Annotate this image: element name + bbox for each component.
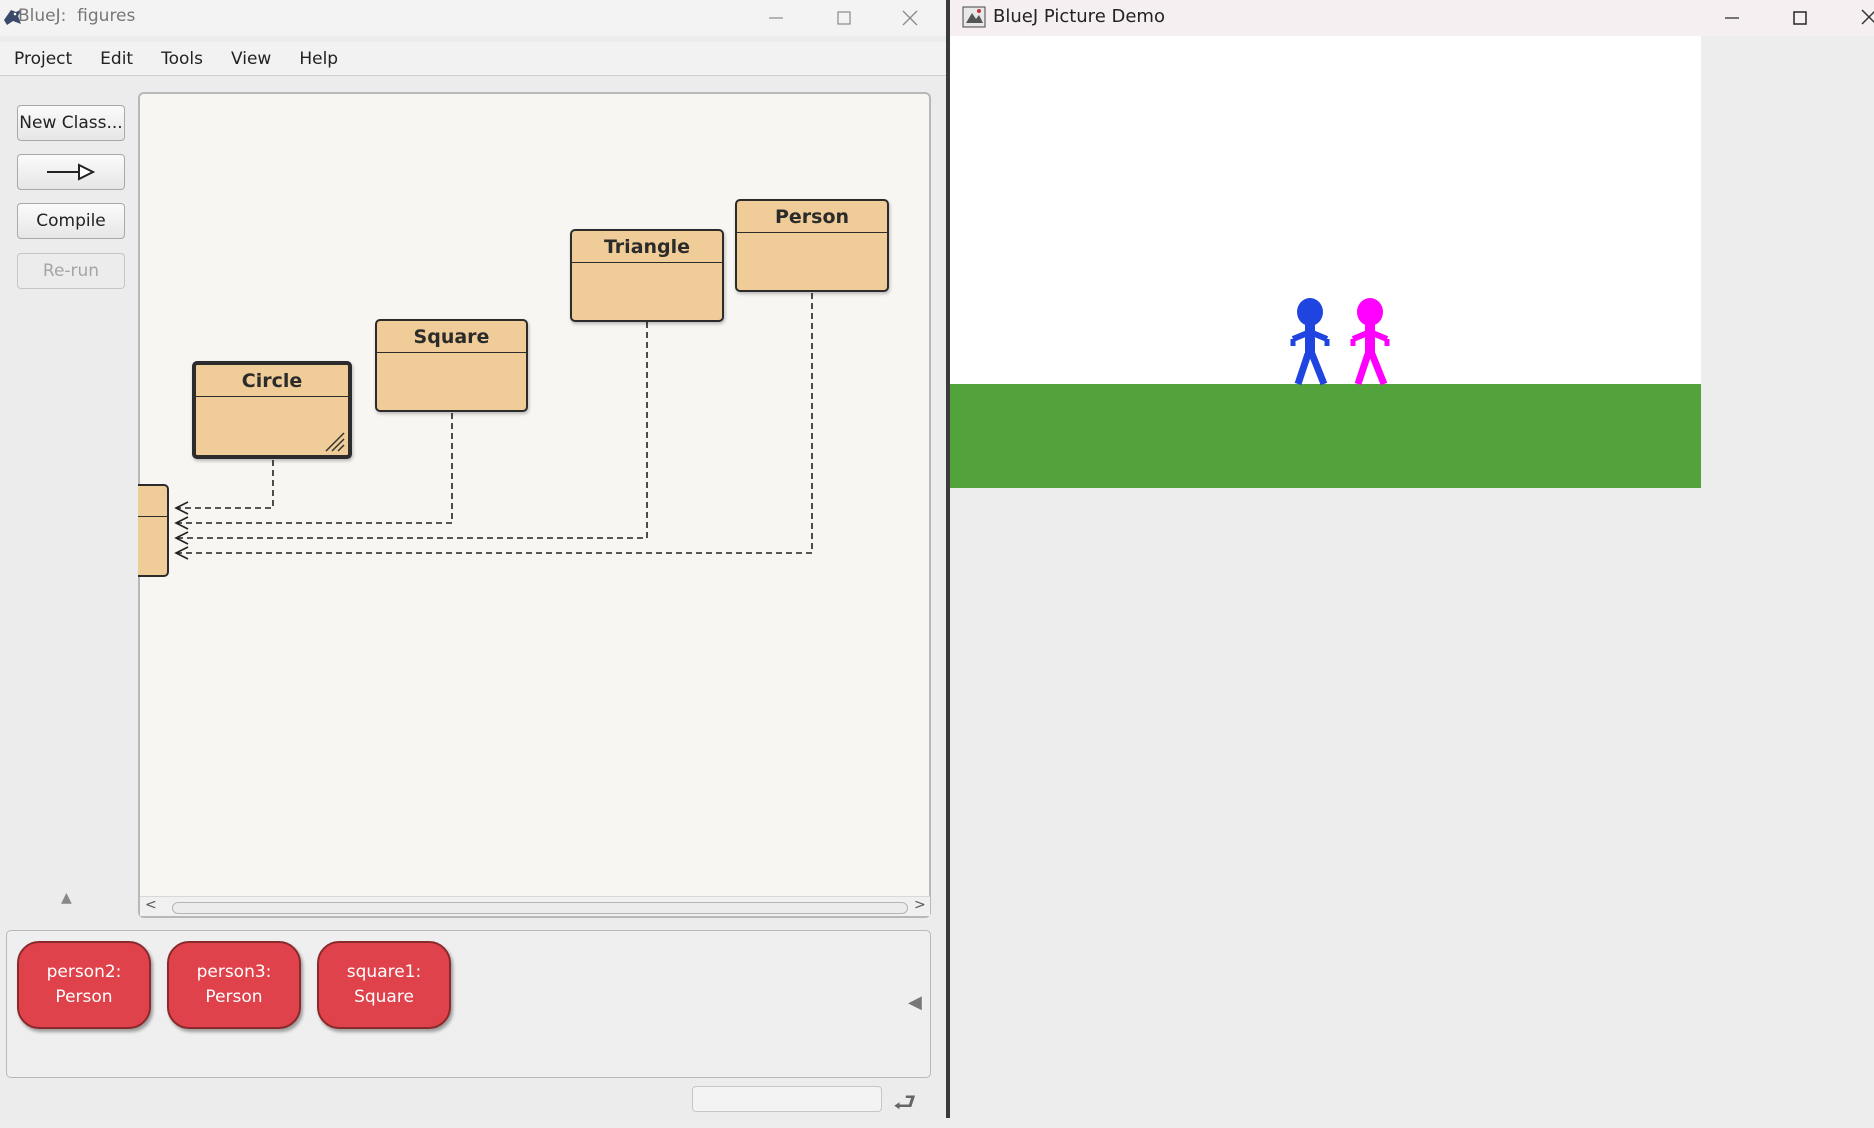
- class-square-name: Square: [377, 321, 526, 353]
- object-type: Person: [205, 987, 263, 1007]
- class-circle[interactable]: Circle: [192, 361, 352, 459]
- object-square1[interactable]: square1: Square: [317, 941, 451, 1029]
- grass: [950, 384, 1701, 488]
- object-type: Person: [55, 987, 113, 1007]
- sky: [950, 36, 1701, 384]
- object-person3[interactable]: person3: Person: [167, 941, 301, 1029]
- status-field: [692, 1086, 882, 1112]
- object-name: person3:: [196, 962, 272, 982]
- class-triangle[interactable]: Triangle: [570, 229, 724, 322]
- scroll-right-icon[interactable]: >: [914, 897, 926, 913]
- class-circle-name: Circle: [196, 365, 348, 397]
- uncompiled-hatch-icon: [325, 432, 345, 452]
- class-person[interactable]: Person: [735, 199, 889, 292]
- java-app-icon: [962, 6, 986, 28]
- object-name: person2:: [46, 962, 122, 982]
- pic-maximize-button[interactable]: [1770, 0, 1830, 36]
- class-square[interactable]: Square: [375, 319, 528, 412]
- pic-close-button[interactable]: [1858, 8, 1874, 28]
- maximize-icon: [1793, 11, 1807, 25]
- class-triangle-name: Triangle: [572, 231, 722, 263]
- collapse-left-icon[interactable]: ◀: [908, 992, 922, 1013]
- object-person2[interactable]: person2: Person: [17, 941, 151, 1029]
- object-type: Square: [354, 987, 414, 1007]
- class-partial-canvas[interactable]: [138, 484, 169, 577]
- minimize-icon: [1725, 17, 1739, 19]
- return-icon[interactable]: ⮐: [893, 1084, 916, 1128]
- picture-demo-title: BlueJ Picture Demo: [993, 6, 1165, 27]
- pic-minimize-button[interactable]: [1702, 0, 1762, 36]
- scrollbar-thumb[interactable]: [172, 902, 908, 914]
- picture-canvas: [950, 36, 1701, 488]
- class-person-name: Person: [737, 201, 887, 233]
- object-name: square1:: [346, 962, 422, 982]
- scroll-left-icon[interactable]: <: [145, 897, 157, 913]
- close-icon: [1861, 9, 1874, 25]
